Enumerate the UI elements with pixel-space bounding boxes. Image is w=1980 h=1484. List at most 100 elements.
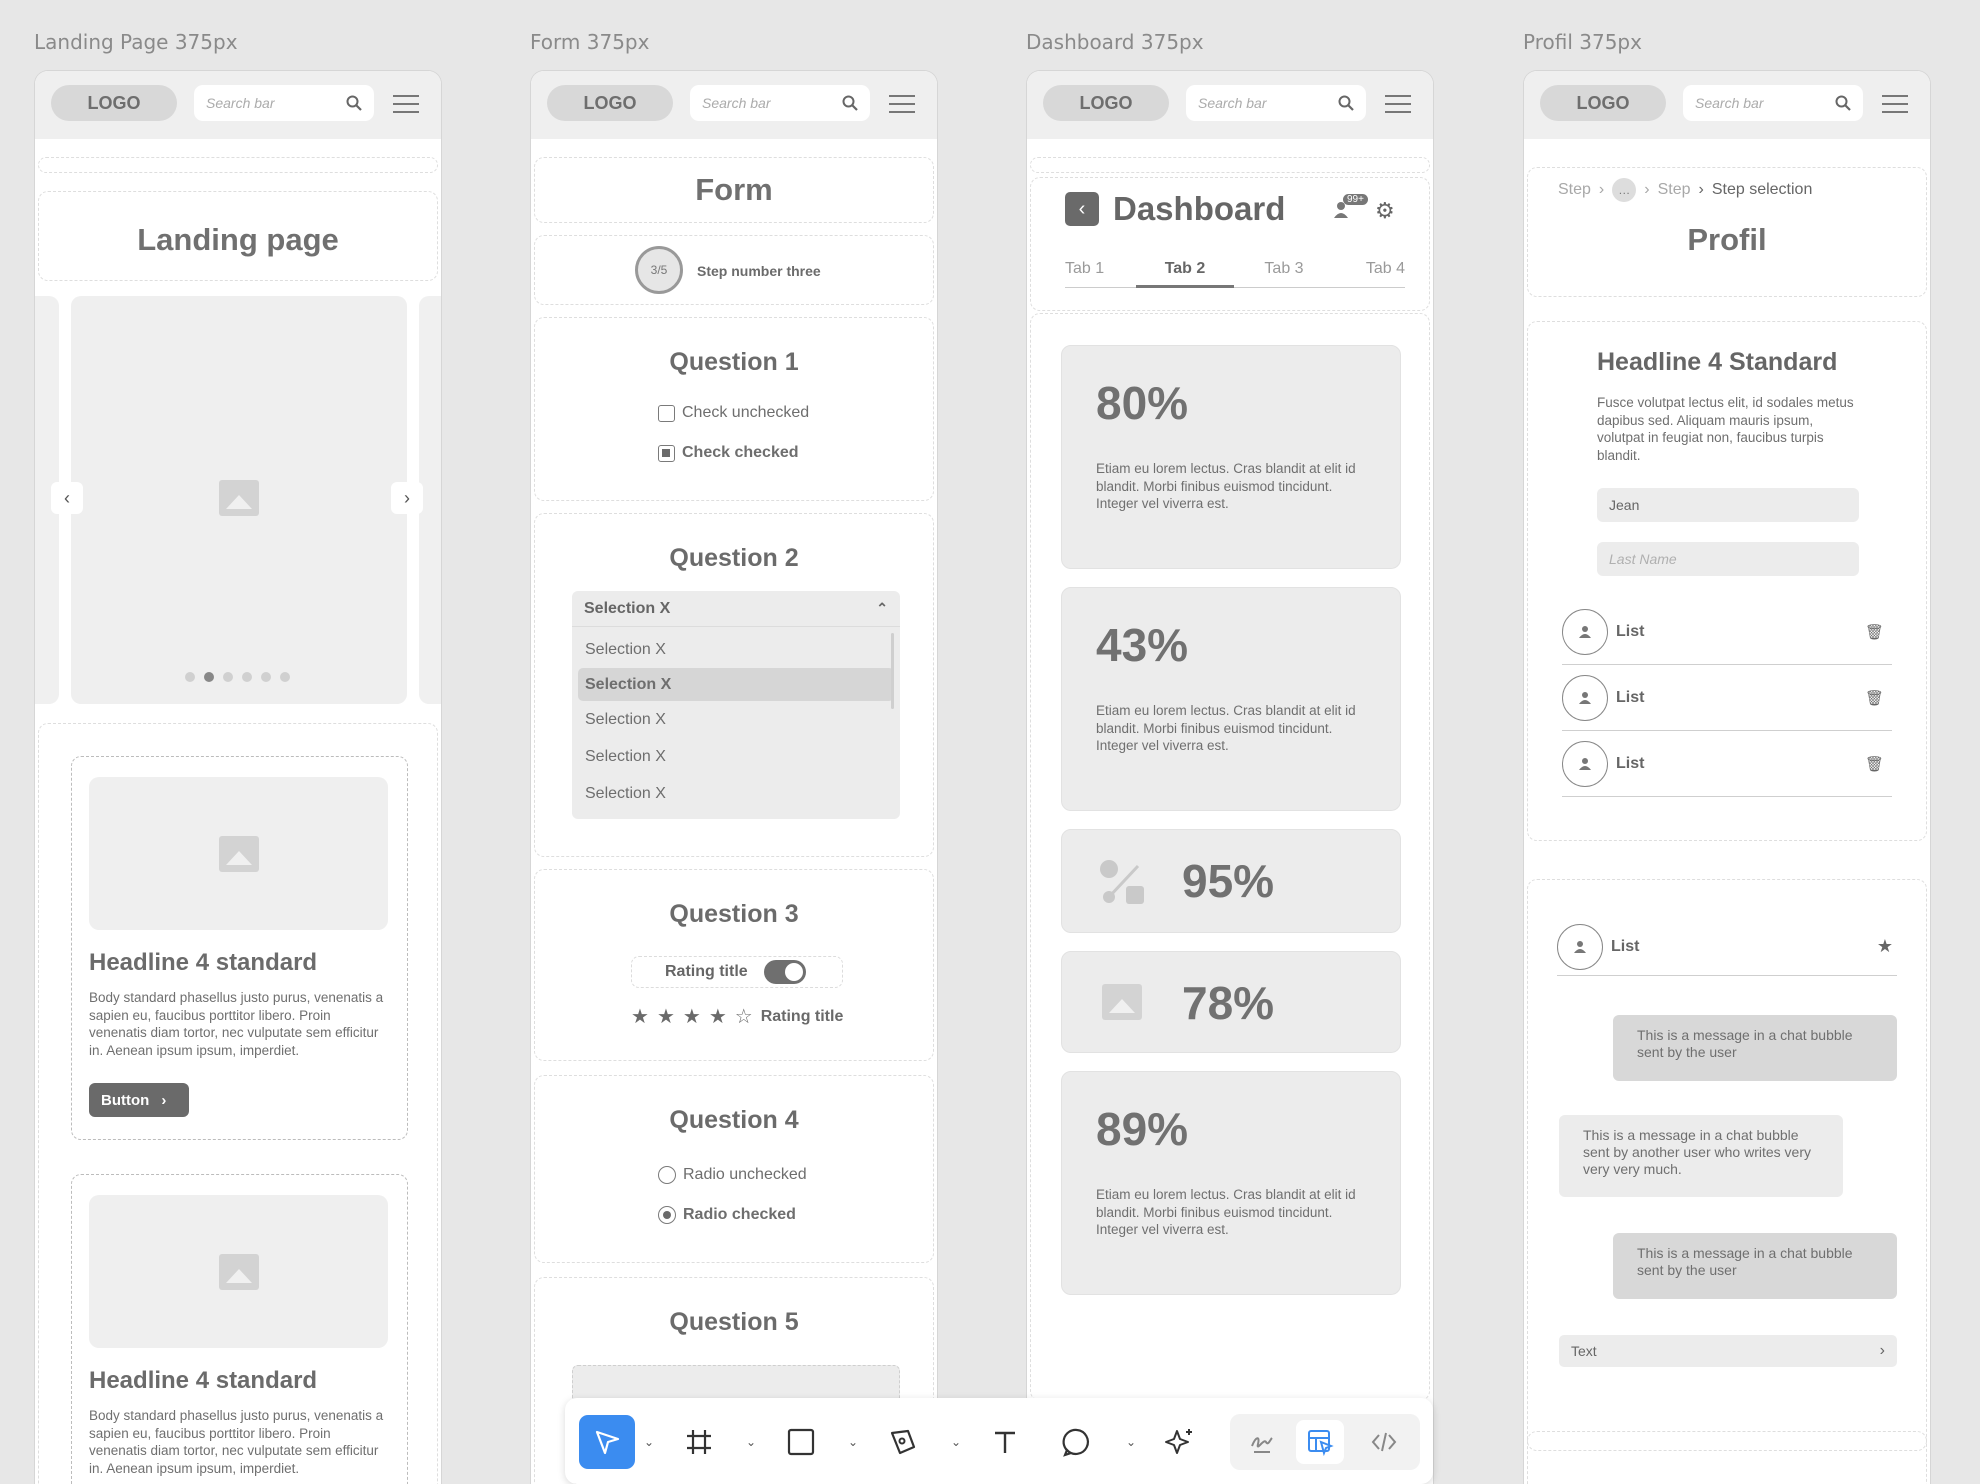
search-input[interactable]: Search bar	[194, 85, 374, 121]
select-option-selected[interactable]: Selection X	[578, 668, 894, 701]
tab-4[interactable]: Tab 4	[1334, 260, 1405, 288]
stat-card[interactable]: 80% Etiam eu lorem lectus. Cras blandit …	[1061, 345, 1401, 569]
search-icon[interactable]	[842, 95, 858, 111]
chat-text-input[interactable]: Text ›	[1559, 1335, 1897, 1367]
chevron-down-icon[interactable]: ⌄	[641, 1432, 657, 1452]
ai-sparkle-icon[interactable]	[1159, 1422, 1199, 1462]
question-section: Question 2 Selection X ⌃ Selection X Sele…	[534, 513, 934, 857]
list-item[interactable]: List 🗑	[1562, 599, 1892, 665]
search-input[interactable]: Search bar	[690, 85, 870, 121]
search-icon[interactable]	[1338, 95, 1354, 111]
rectangle-tool-icon[interactable]	[781, 1422, 821, 1462]
chat-contact[interactable]: List ★	[1557, 918, 1897, 976]
carousel-slide[interactable]	[71, 296, 407, 704]
frame-title-landing[interactable]: Landing Page 375px	[34, 30, 238, 54]
logo[interactable]: LOGO	[1043, 85, 1169, 121]
breadcrumb-item[interactable]: Step	[1558, 181, 1591, 199]
radio-label: Radio checked	[683, 1206, 796, 1223]
chevron-down-icon[interactable]: ⌄	[845, 1432, 861, 1452]
search-icon[interactable]	[346, 95, 362, 111]
checkbox-icon	[658, 444, 675, 462]
select-header[interactable]: Selection X ⌃	[572, 591, 900, 627]
chevron-down-icon[interactable]: ⌄	[1123, 1432, 1139, 1452]
radio-unchecked[interactable]: Radio unchecked	[658, 1166, 807, 1184]
logo[interactable]: LOGO	[1540, 85, 1666, 121]
select-option[interactable]: Selection X	[578, 631, 894, 668]
chevron-up-icon[interactable]: ⌃	[876, 600, 888, 617]
stat-card[interactable]: 95%	[1061, 829, 1401, 933]
trash-icon[interactable]: 🗑	[1865, 755, 1884, 773]
pen-tool-icon[interactable]	[883, 1422, 923, 1462]
frame-title-form[interactable]: Form 375px	[530, 30, 649, 54]
breadcrumb-item[interactable]: Step	[1658, 181, 1691, 199]
tab-3[interactable]: Tab 3	[1234, 260, 1334, 288]
select-option[interactable]: Selection X	[578, 701, 894, 738]
radio-checked[interactable]: Radio checked	[658, 1206, 796, 1224]
frame-tool-icon[interactable]	[679, 1422, 719, 1462]
carousel-dots[interactable]	[185, 672, 290, 682]
first-name-field[interactable]: Jean	[1597, 488, 1859, 522]
top-bar: LOGO Search bar	[1524, 71, 1930, 139]
logo[interactable]: LOGO	[547, 85, 673, 121]
tab-1[interactable]: Tab 1	[1065, 260, 1136, 288]
notification-user-icon[interactable]: 99+	[1333, 194, 1368, 220]
hamburger-menu-icon[interactable]	[889, 95, 915, 113]
dashboard-header: ‹ Dashboard 99+ ⚙ Tab 1 Tab 2 Tab 3 Tab …	[1030, 177, 1430, 311]
tab-2[interactable]: Tab 2	[1136, 260, 1234, 288]
text-tool-icon[interactable]	[985, 1422, 1025, 1462]
hamburger-menu-icon[interactable]	[1882, 95, 1908, 113]
list-label: List	[1616, 754, 1645, 772]
frame-title-profil[interactable]: Profil 375px	[1523, 30, 1642, 54]
page-title: Dashboard	[1113, 190, 1286, 227]
checkbox-unchecked[interactable]: Check unchecked	[658, 404, 809, 422]
checkbox-checked[interactable]: Check checked	[658, 444, 799, 462]
stat-value: 95%	[1182, 855, 1275, 907]
star-filled-icon[interactable]: ★	[631, 1004, 649, 1029]
draw-mode-icon[interactable]	[1242, 1422, 1282, 1462]
carousel-prev-chevron-icon[interactable]: ‹	[51, 482, 83, 514]
image-placeholder-icon	[219, 480, 259, 516]
search-input[interactable]: Search bar	[1683, 85, 1863, 121]
comment-tool-icon[interactable]	[1057, 1422, 1097, 1462]
radio-icon	[658, 1206, 676, 1224]
select-option[interactable]: Selection X	[578, 738, 894, 775]
stat-card[interactable]: 78%	[1061, 951, 1401, 1053]
trash-icon[interactable]: 🗑	[1865, 623, 1884, 641]
star-filled-icon[interactable]: ★	[709, 1004, 727, 1029]
frame-title-dashboard[interactable]: Dashboard 375px	[1026, 30, 1204, 54]
design-mode-icon[interactable]	[1296, 1420, 1344, 1464]
last-name-field[interactable]: Last Name	[1597, 542, 1859, 576]
send-chevron-icon[interactable]: ›	[1880, 1342, 1885, 1360]
hamburger-menu-icon[interactable]	[1385, 95, 1411, 113]
code-view-icon[interactable]	[1364, 1422, 1404, 1462]
trash-icon[interactable]: 🗑	[1865, 689, 1884, 707]
star-filled-icon[interactable]: ★	[683, 1004, 701, 1029]
gear-icon[interactable]: ⚙	[1375, 198, 1395, 224]
select-tool-icon[interactable]	[579, 1415, 635, 1469]
shapes-icon	[1100, 860, 1144, 904]
select-option[interactable]: Selection X	[578, 775, 894, 812]
chevron-down-icon[interactable]: ⌄	[948, 1432, 964, 1452]
rating-stars[interactable]: ★ ★ ★ ★ ☆ Rating title	[631, 1004, 843, 1029]
image-placeholder-icon	[218, 835, 259, 872]
back-chevron-icon[interactable]: ‹	[1065, 192, 1099, 226]
checkbox-icon	[658, 404, 675, 422]
list-item[interactable]: List 🗑	[1562, 731, 1892, 797]
logo[interactable]: LOGO	[51, 85, 177, 121]
stat-card[interactable]: 89% Etiam eu lorem lectus. Cras blandit …	[1061, 1071, 1401, 1295]
star-empty-icon[interactable]: ☆	[735, 1004, 753, 1029]
scrollbar[interactable]	[891, 633, 894, 709]
star-icon[interactable]: ★	[1877, 936, 1893, 957]
carousel-next-chevron-icon[interactable]: ›	[391, 482, 423, 514]
stat-card[interactable]: 43% Etiam eu lorem lectus. Cras blandit …	[1061, 587, 1401, 811]
search-icon[interactable]	[1835, 95, 1851, 111]
star-filled-icon[interactable]: ★	[657, 1004, 675, 1029]
list-item[interactable]: List 🗑	[1562, 665, 1892, 731]
breadcrumb-more-icon[interactable]: …	[1612, 178, 1637, 202]
select-dropdown[interactable]: Selection X ⌃ Selection X Selection X Sel…	[572, 591, 900, 819]
chevron-down-icon[interactable]: ⌄	[743, 1432, 759, 1452]
search-input[interactable]: Search bar	[1186, 85, 1366, 121]
hamburger-menu-icon[interactable]	[393, 95, 419, 113]
card-button[interactable]: Button ›	[89, 1083, 189, 1117]
toggle-switch[interactable]	[763, 960, 806, 984]
